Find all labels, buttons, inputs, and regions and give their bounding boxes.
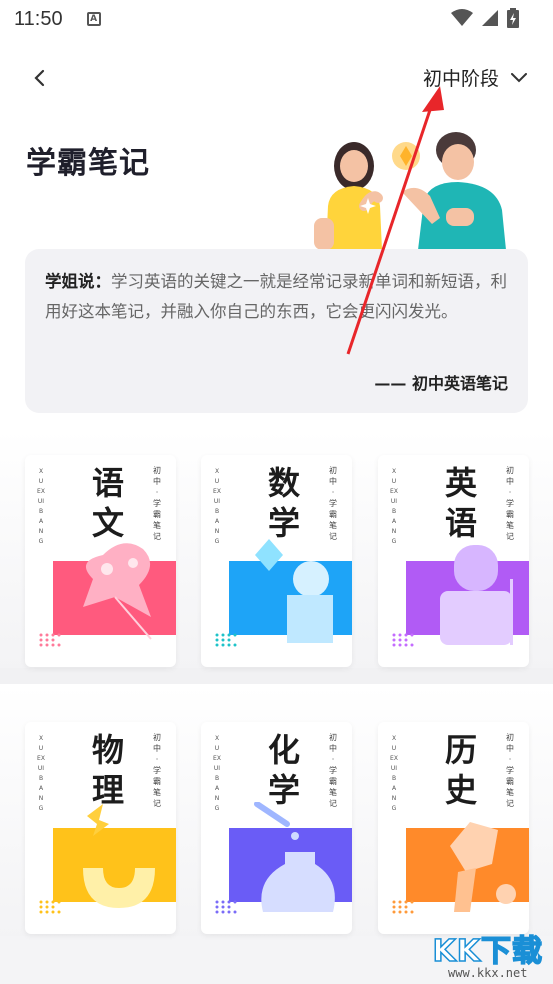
book-chinese[interactable]: XUEXUIBANG 语文 初中·学霸笔记: [25, 455, 176, 667]
book-series: 初中·学霸笔记: [506, 466, 514, 541]
book-subject: 语文: [91, 464, 124, 542]
quote-body: 学习英语的关键之一就是经常记录新单词和新短语，利用好这本笔记，并融入你自己的东西…: [45, 272, 507, 321]
book-vertical-text: XUEXUIBANG: [37, 735, 45, 812]
decor-dots: [215, 633, 237, 647]
geometry-illustration: [255, 539, 333, 643]
back-button[interactable]: [26, 64, 52, 92]
quote-card: 学姐说：学习英语的关键之一就是经常记录新单词和新短语，利用好这本笔记，并融入你自…: [25, 249, 528, 413]
book-subject: 历史: [444, 731, 477, 809]
book-physics[interactable]: XUEXUIBANG 物理 初中·学霸笔记: [25, 722, 176, 934]
quote-source: —— 初中英语笔记: [374, 374, 508, 393]
top-nav: 初中阶段: [0, 58, 553, 98]
book-series: 初中·学霸笔记: [153, 733, 161, 808]
hero-illustration: [314, 132, 506, 250]
book-subject: 英语: [444, 464, 477, 542]
decor-dots: [39, 633, 61, 647]
wifi-icon: [451, 9, 473, 26]
book-series: 初中·学霸笔记: [329, 466, 337, 541]
book-series: 初中·学霸笔记: [329, 733, 337, 808]
book-math[interactable]: XUEXUIBANG 数学 初中·学霸笔记: [201, 455, 352, 667]
kite-illustration: [83, 543, 152, 640]
book-vertical-text: XUEXUIBANG: [390, 735, 398, 812]
book-series: 初中·学霸笔记: [153, 466, 161, 541]
row-divider: [0, 668, 553, 684]
watermark-title: KK下载: [432, 933, 543, 970]
watermark: KK下载 www.kkx.net: [432, 926, 544, 980]
book-chemistry[interactable]: XUEXUIBANG 化学 初中·学霸笔记: [201, 722, 352, 934]
book-vertical-text: XUEXUIBANG: [213, 735, 221, 812]
book-english[interactable]: XUEXUIBANG 英语 初中·学霸笔记: [378, 455, 529, 667]
page-title: 学霸笔记: [26, 146, 150, 181]
book-subject: 物理: [91, 731, 124, 809]
status-indicators: [451, 8, 519, 28]
book-subject: 数学: [267, 464, 300, 542]
book-vertical-text: XUEXUIBANG: [213, 468, 221, 545]
book-history[interactable]: XUEXUIBANG 历史 初中·学霸笔记: [378, 722, 529, 934]
decor-dots: [215, 900, 237, 914]
watermark-url: www.kkx.net: [448, 966, 528, 980]
status-time: 11:50: [14, 7, 63, 30]
decor-dots: [392, 633, 414, 647]
book-vertical-text: XUEXUIBANG: [37, 468, 45, 545]
decor-dots: [39, 900, 61, 914]
flask-illustration: [254, 802, 335, 912]
book-series: 初中·学霸笔记: [506, 733, 514, 808]
decor-dots: [392, 900, 414, 914]
quote-text: 学姐说：学习英语的关键之一就是经常记录新单词和新短语，利用好这本笔记，并融入你自…: [45, 267, 508, 327]
notification-icon: A: [86, 12, 101, 26]
stage-selector[interactable]: 初中阶段: [423, 64, 527, 91]
chevron-down-icon: [511, 72, 527, 82]
guard-illustration: [440, 545, 513, 645]
quote-label: 学姐说：: [45, 272, 111, 291]
artifact-illustration: [450, 822, 516, 912]
signal-icon: [482, 10, 498, 26]
chevron-left-icon: [34, 69, 45, 87]
status-bar: 11:50 A: [0, 0, 553, 38]
stage-label: 初中阶段: [422, 68, 499, 90]
magnet-illustration: [83, 804, 155, 908]
book-vertical-text: XUEXUIBANG: [390, 468, 398, 545]
book-subject: 化学: [267, 731, 300, 809]
battery-icon: [507, 8, 519, 28]
